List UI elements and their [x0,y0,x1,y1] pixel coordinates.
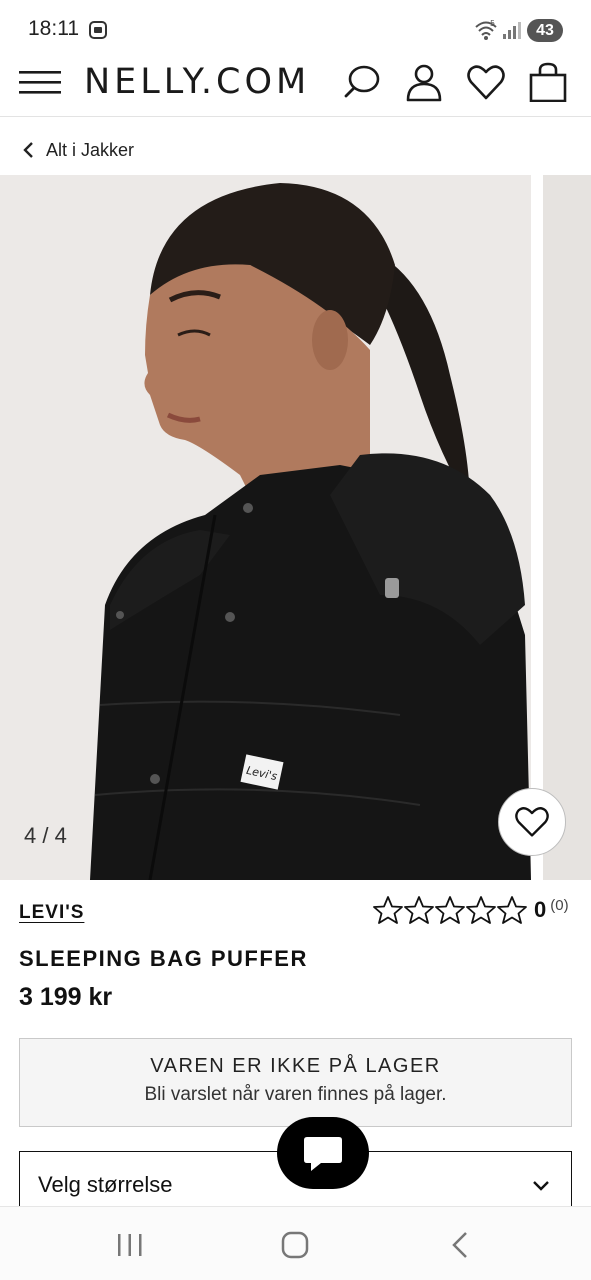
wishlist-heart-icon[interactable] [466,62,506,102]
breadcrumb-label: Alt i Jakker [46,139,135,160]
product-rating[interactable]: 0 (0) [373,895,569,925]
chat-bubble-icon [304,1137,342,1171]
site-logo[interactable]: NELLY.COM [84,62,310,102]
rating-value: 0 [534,897,547,922]
battery-badge: 43 [527,19,563,42]
screenshot-icon [89,21,107,39]
status-bar: 18:11 5 43 [0,0,591,60]
next-product-photo[interactable] [543,175,591,880]
hamburger-menu-icon[interactable] [19,66,61,98]
chevron-left-icon [23,142,33,158]
heart-icon [515,807,549,837]
chevron-down-icon [533,1181,549,1191]
product-photo[interactable]: Levi's [0,175,531,880]
stock-notify-text: Bli varslet når varen finnes på lager. [144,1084,447,1105]
recent-apps-icon[interactable] [115,1231,145,1259]
account-icon[interactable] [404,62,444,102]
stock-status-title: VAREN ER IKKE PÅ LAGER [150,1055,441,1077]
system-navigation-bar [0,1206,591,1280]
star-icon [404,896,434,924]
star-icon [435,896,465,924]
status-time: 18:11 [28,17,79,40]
shopping-bag-icon[interactable] [528,62,568,102]
image-counter: 4 / 4 [24,823,67,848]
chat-button[interactable] [277,1117,369,1189]
brand-link[interactable]: LEVI'S [19,902,84,924]
product-image-gallery[interactable]: Levi's 4 / 4 [0,175,591,880]
product-price: 3 199 kr [19,983,113,1011]
star-icon [497,896,527,924]
rating-count: (0) [550,896,569,914]
star-icon [466,896,496,924]
add-to-wishlist-button[interactable] [498,788,566,856]
back-icon[interactable] [446,1231,476,1259]
star-icon [373,896,403,924]
gallery-gap [531,175,543,880]
search-icon[interactable] [342,62,382,102]
breadcrumb[interactable]: Alt i Jakker [22,136,134,164]
signal-icon [503,22,521,39]
home-icon[interactable] [280,1231,310,1259]
site-header: NELLY.COM [0,60,591,117]
wifi-icon: 5 [475,19,497,40]
size-select-label: Velg størrelse [38,1172,173,1197]
svg-text:5: 5 [490,19,495,28]
out-of-stock-notify-button[interactable]: VAREN ER IKKE PÅ LAGER Bli varslet når v… [19,1038,572,1127]
product-name: SLEEPING BAG PUFFER [19,946,308,971]
